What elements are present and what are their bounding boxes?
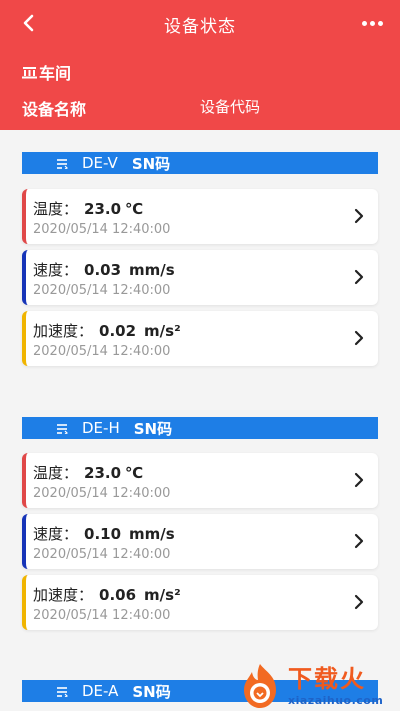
reading-unit: m/s² — [144, 586, 181, 604]
reading-line: 加速度： 0.06 m/s² — [33, 584, 181, 605]
reading-timestamp: 2020/05/14 12:40:00 — [33, 222, 171, 237]
list-icon — [57, 159, 69, 169]
reading-unit: ℃ — [125, 200, 144, 218]
watermark-text: 下载火 xiazaihuo.com — [288, 664, 383, 707]
header-bar: 设备状态 车间 设备名称 设备代码 — [0, 0, 400, 130]
dot — [369, 20, 375, 26]
workshop-label: 车间 — [39, 64, 72, 83]
reading-label: 加速度： — [33, 586, 94, 604]
watermark: 下载火 xiazaihuo.com — [236, 660, 400, 711]
reading-line: 速度： 0.03 mm/s — [33, 259, 175, 280]
reading-line: 温度： 23.0 ℃ — [33, 198, 143, 219]
reading-card-temperature[interactable]: 温度： 23.0 ℃ 2020/05/14 12:40:00 — [22, 453, 378, 508]
chevron-right-icon — [354, 269, 364, 285]
group-sn-label: SN码 — [131, 154, 171, 173]
chevron-right-icon — [354, 330, 364, 346]
reading-value: 23.0 — [84, 464, 122, 482]
reading-card-acceleration[interactable]: 加速度： 0.06 m/s² 2020/05/14 12:40:00 — [22, 575, 378, 630]
reading-unit: mm/s — [129, 525, 175, 543]
reading-label: 速度： — [33, 525, 79, 543]
reading-card-speed[interactable]: 速度： 0.10 mm/s 2020/05/14 12:40:00 — [22, 514, 378, 569]
list-icon — [57, 424, 69, 434]
reading-unit: mm/s — [129, 261, 175, 279]
reading-card-speed[interactable]: 速度： 0.03 mm/s 2020/05/14 12:40:00 — [22, 250, 378, 305]
reading-label: 温度： — [33, 464, 79, 482]
reading-card-temperature[interactable]: 温度： 23.0 ℃ 2020/05/14 12:40:00 — [22, 189, 378, 244]
watermark-brand: 下载火 — [288, 665, 366, 693]
reading-line: 加速度： 0.02 m/s² — [33, 320, 181, 341]
group-name: DE-V — [82, 154, 118, 172]
reading-timestamp: 2020/05/14 12:40:00 — [33, 608, 171, 623]
reading-timestamp: 2020/05/14 12:40:00 — [33, 344, 171, 359]
group-header-de-h: DE-H SN码 — [22, 417, 378, 439]
reading-line: 温度： 23.0 ℃ — [33, 462, 143, 483]
chevron-right-icon — [354, 208, 364, 224]
reading-label: 温度： — [33, 200, 79, 218]
device-name-label: 设备名称 — [22, 100, 87, 119]
dot — [377, 20, 383, 26]
status-list: DE-V SN码 温度： 23.0 ℃ 2020/05/14 12:40:00 速度… — [0, 130, 400, 711]
factory-icon — [22, 67, 37, 79]
reading-timestamp: 2020/05/14 12:40:00 — [33, 547, 171, 562]
reading-timestamp: 2020/05/14 12:40:00 — [33, 283, 171, 298]
group-sn-label: SN码 — [132, 682, 171, 701]
watermark-url: xiazaihuo.com — [288, 694, 384, 707]
top-nav: 设备状态 — [0, 0, 400, 46]
chevron-right-icon — [354, 594, 364, 610]
group-sn-label: SN码 — [133, 419, 173, 438]
group-name: DE-H — [82, 419, 120, 437]
page-title: 设备状态 — [164, 17, 236, 37]
reading-label: 速度： — [33, 261, 79, 279]
flame-logo-icon — [244, 663, 276, 708]
reading-card-acceleration[interactable]: 加速度： 0.02 m/s² 2020/05/14 12:40:00 — [22, 311, 378, 366]
more-menu-button[interactable] — [358, 10, 386, 36]
group-name: DE-A — [82, 682, 119, 700]
reading-value: 0.03 — [84, 261, 122, 279]
group-header-de-v: DE-V SN码 — [22, 152, 378, 174]
chevron-right-icon — [354, 533, 364, 549]
list-icon — [57, 687, 69, 697]
device-code-label: 设备代码 — [200, 98, 261, 116]
reading-value: 0.02 — [99, 322, 137, 340]
reading-timestamp: 2020/05/14 12:40:00 — [33, 486, 171, 501]
reading-unit: m/s² — [144, 322, 181, 340]
reading-line: 速度： 0.10 mm/s — [33, 523, 175, 544]
reading-value: 23.0 — [84, 200, 122, 218]
reading-value: 0.06 — [99, 586, 137, 604]
chevron-right-icon — [354, 472, 364, 488]
reading-unit: ℃ — [125, 464, 144, 482]
reading-label: 加速度： — [33, 322, 94, 340]
dot — [361, 20, 367, 26]
workshop-row: 车间 — [22, 60, 71, 84]
reading-value: 0.10 — [84, 525, 122, 543]
